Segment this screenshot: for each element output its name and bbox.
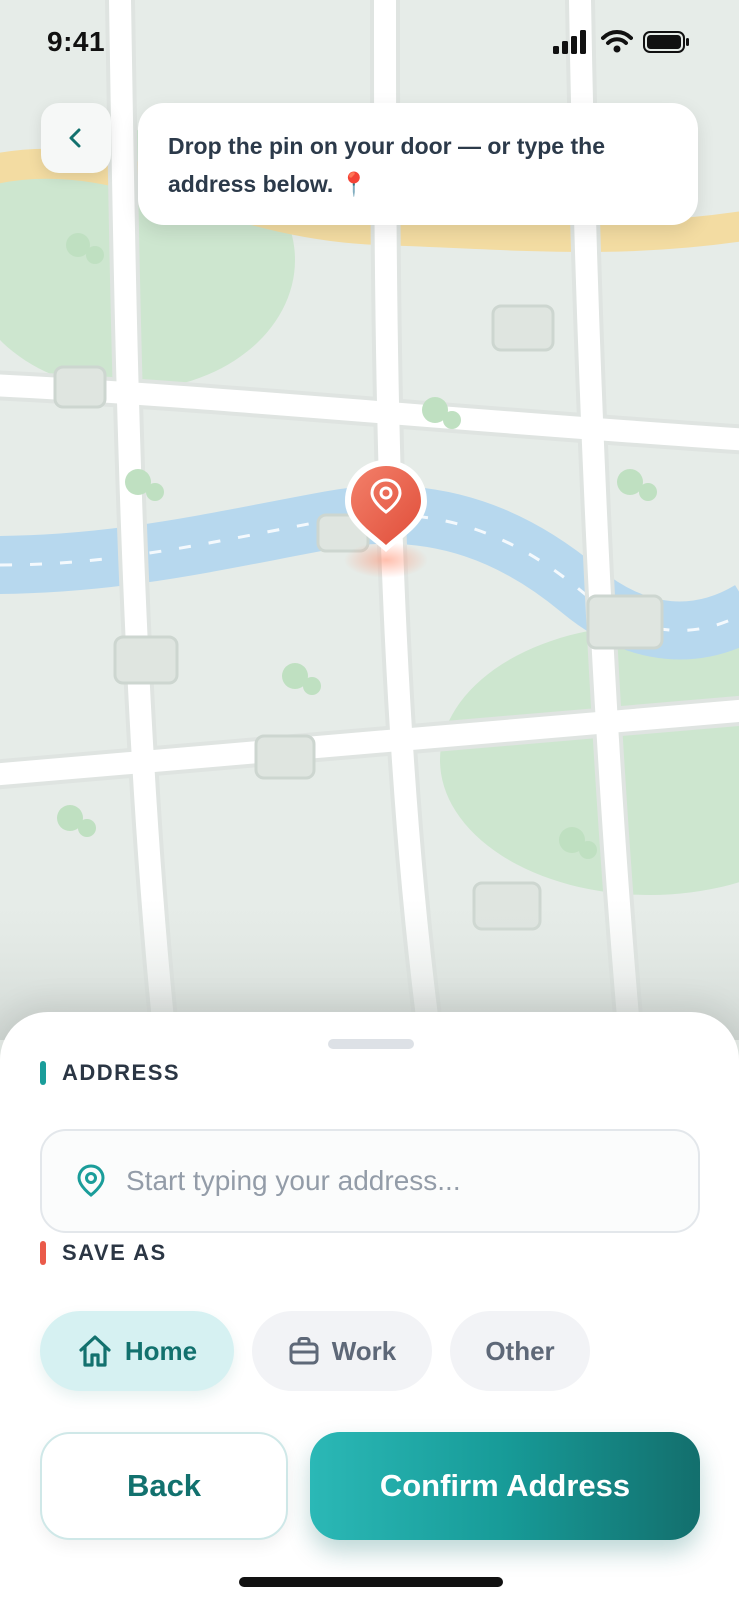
home-chip-label: Home — [124, 1335, 198, 1366]
work-chip-label: Work — [331, 1335, 397, 1366]
hint-bubble: Drop the pin on your door — or type the … — [138, 103, 698, 225]
location-pin-icon — [77, 1164, 105, 1197]
cellular-signal-icon — [553, 30, 586, 54]
save-as-label: SAVE AS — [62, 1240, 167, 1265]
save-as-section-label: SAVE AS — [40, 1240, 167, 1266]
address-label: ADDRESS — [62, 1060, 181, 1085]
save-as-work-chip[interactable]: Work — [252, 1311, 432, 1391]
status-bar: 9:41 — [0, 0, 739, 90]
section-accent-bar — [40, 1241, 46, 1265]
sheet-grabber[interactable] — [328, 1039, 414, 1049]
home-icon — [79, 1335, 111, 1367]
home-indicator — [239, 1577, 503, 1587]
hint-text: Drop the pin on your door — or type the … — [168, 127, 668, 203]
save-as-other-chip[interactable]: Other — [450, 1311, 590, 1391]
address-field[interactable] — [40, 1129, 700, 1233]
other-chip-label: Other — [485, 1335, 555, 1366]
section-accent-bar — [40, 1061, 46, 1085]
save-as-home-chip[interactable]: Home — [40, 1311, 234, 1391]
back-button[interactable]: Back — [40, 1432, 288, 1540]
wifi-icon — [601, 30, 633, 53]
pin-emoji-icon: 📍 — [339, 171, 369, 197]
briefcase-icon — [289, 1337, 319, 1365]
status-icons — [553, 30, 691, 54]
battery-icon — [643, 31, 689, 53]
confirm-address-button[interactable]: Confirm Address — [310, 1432, 700, 1540]
map-pin-icon[interactable] — [341, 456, 431, 566]
address-input[interactable] — [126, 1165, 666, 1197]
map-back-button[interactable] — [41, 103, 111, 173]
bottom-sheet: ADDRESS SAVE AS Home Work Other Back Con… — [0, 1012, 739, 1600]
address-section-label: ADDRESS — [40, 1060, 180, 1086]
chevron-left-icon — [69, 128, 81, 148]
status-time: 9:41 — [47, 26, 106, 57]
hint-message: Drop the pin on your door — or type the … — [168, 133, 605, 197]
